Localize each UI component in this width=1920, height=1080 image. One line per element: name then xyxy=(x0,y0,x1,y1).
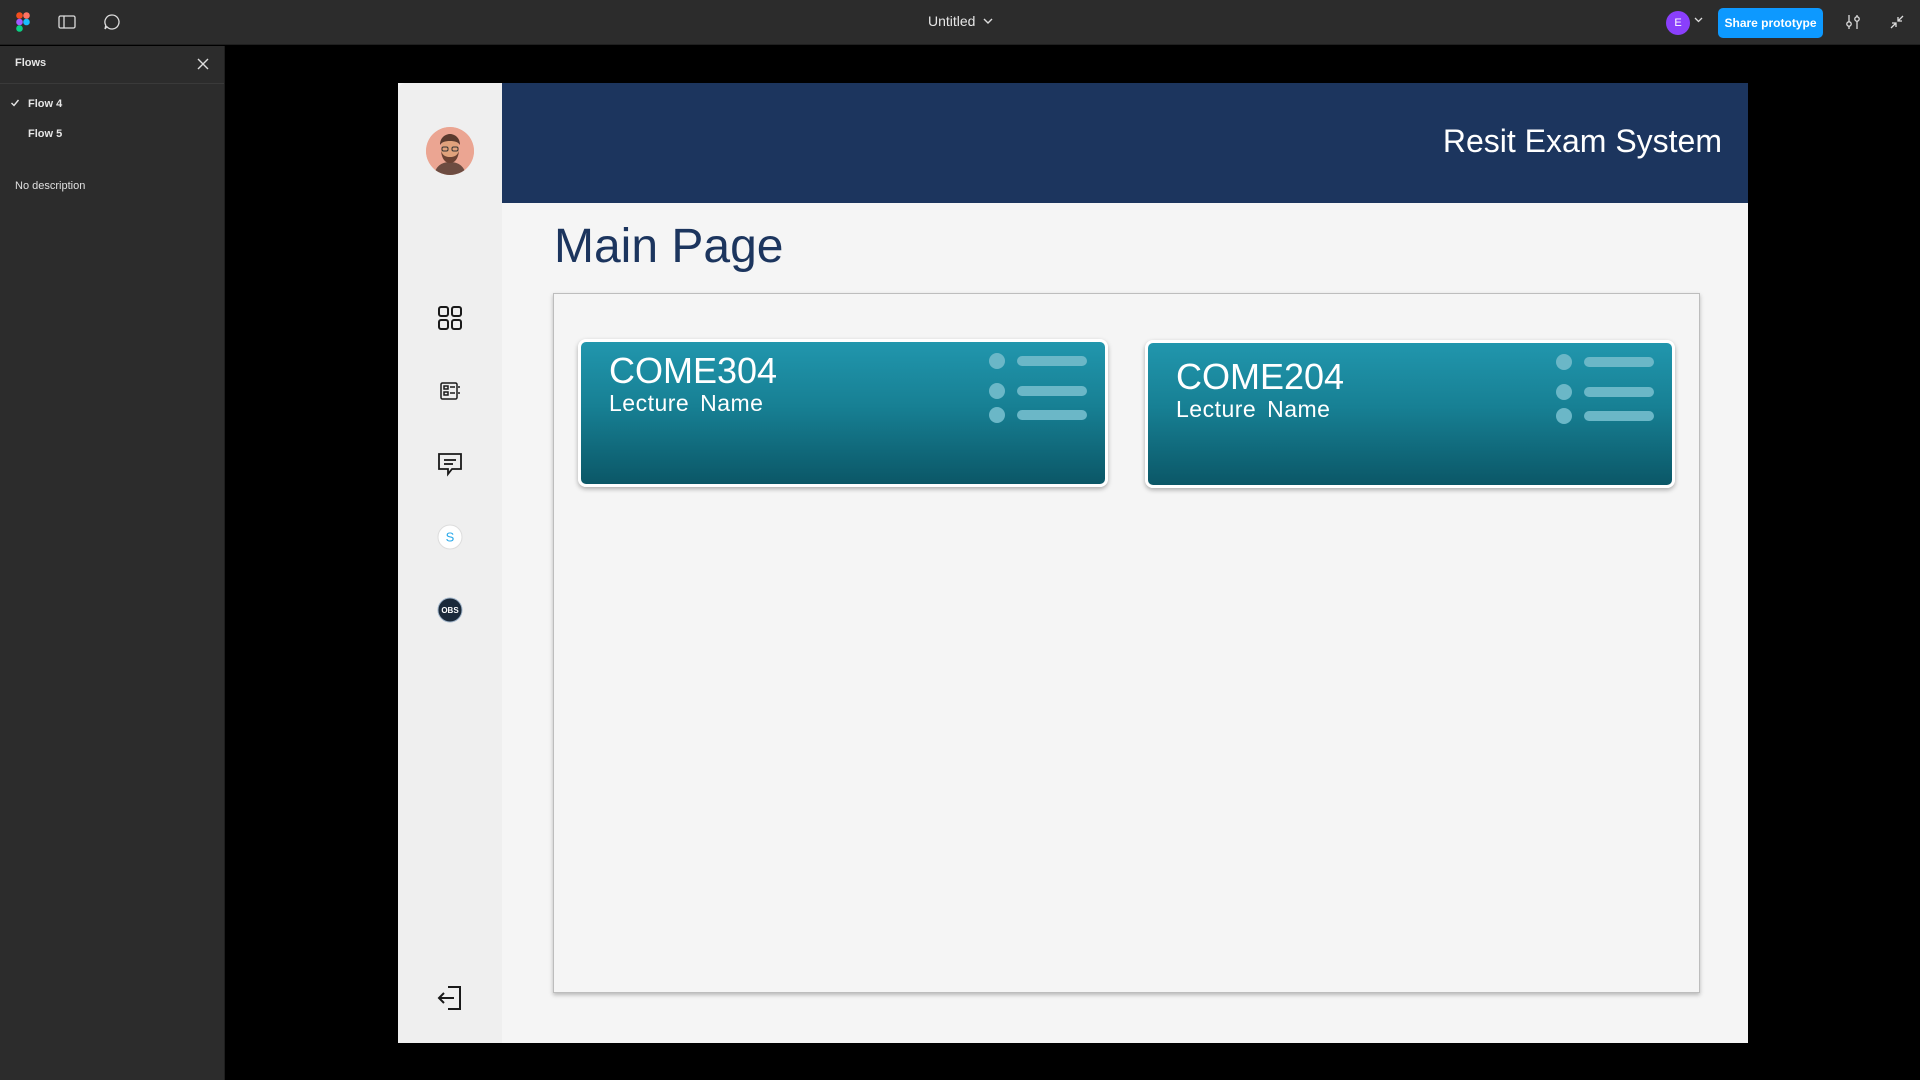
checkmark-icon xyxy=(11,99,20,107)
obs-icon[interactable]: OBS xyxy=(435,595,465,625)
flow-item-flow-4[interactable]: Flow 4 xyxy=(0,91,225,117)
collapse-icon[interactable] xyxy=(1886,11,1908,33)
flows-panel: Flows Flow 4 Flow 5 No description xyxy=(0,46,225,1080)
flows-title: Flows xyxy=(15,57,47,69)
sidebar-toggle-icon[interactable] xyxy=(56,11,78,33)
course-list-container: COME304 Lecture Name COME204 Lecture Nam… xyxy=(553,293,1700,993)
page-title: Main Page xyxy=(554,220,784,273)
app-header: Resit Exam System xyxy=(502,83,1748,203)
file-title: Untitled xyxy=(928,13,976,29)
course-name: Lecture Name xyxy=(609,390,764,416)
list-bullets-icon xyxy=(989,353,1087,423)
comment-icon[interactable] xyxy=(101,11,123,33)
flow-label: Flow 4 xyxy=(28,98,63,110)
svg-text:OBS: OBS xyxy=(441,606,459,615)
share-prototype-button[interactable]: Share prototype xyxy=(1718,8,1823,38)
dashboard-grid-icon[interactable] xyxy=(435,303,465,333)
figma-logo-icon[interactable] xyxy=(12,11,34,33)
user-avatar[interactable]: E xyxy=(1666,11,1690,35)
course-card-come304[interactable]: COME304 Lecture Name xyxy=(578,339,1108,487)
file-title-menu[interactable]: Untitled xyxy=(928,13,993,29)
messages-icon[interactable] xyxy=(435,449,465,479)
svg-text:S: S xyxy=(446,530,455,545)
chevron-down-icon[interactable] xyxy=(1694,16,1703,23)
course-code: COME204 xyxy=(1176,356,1345,397)
close-icon[interactable] xyxy=(195,56,211,72)
chevron-down-icon xyxy=(983,18,993,24)
flow-label: Flow 5 xyxy=(28,128,63,140)
logout-icon[interactable] xyxy=(435,983,465,1013)
side-nav: S OBS xyxy=(398,83,502,1043)
course-name: Lecture Name xyxy=(1176,396,1331,422)
flow-description: No description xyxy=(15,180,86,192)
flows-header: Flows xyxy=(0,46,224,84)
flow-item-flow-5[interactable]: Flow 5 xyxy=(0,121,225,147)
course-card-come204[interactable]: COME204 Lecture Name xyxy=(1145,340,1675,488)
list-bullets-icon xyxy=(1556,354,1654,424)
course-code: COME304 xyxy=(609,350,778,391)
skype-icon[interactable]: S xyxy=(435,522,465,552)
prototype-frame: S OBS Resit Exam System Main Page COME30… xyxy=(398,83,1748,1043)
exam-list-icon[interactable] xyxy=(435,376,465,406)
settings-sliders-icon[interactable] xyxy=(1842,11,1864,33)
app-title: Resit Exam System xyxy=(1442,123,1722,159)
top-toolbar: Untitled E Share prototype xyxy=(0,0,1920,45)
profile-avatar[interactable] xyxy=(426,127,474,175)
